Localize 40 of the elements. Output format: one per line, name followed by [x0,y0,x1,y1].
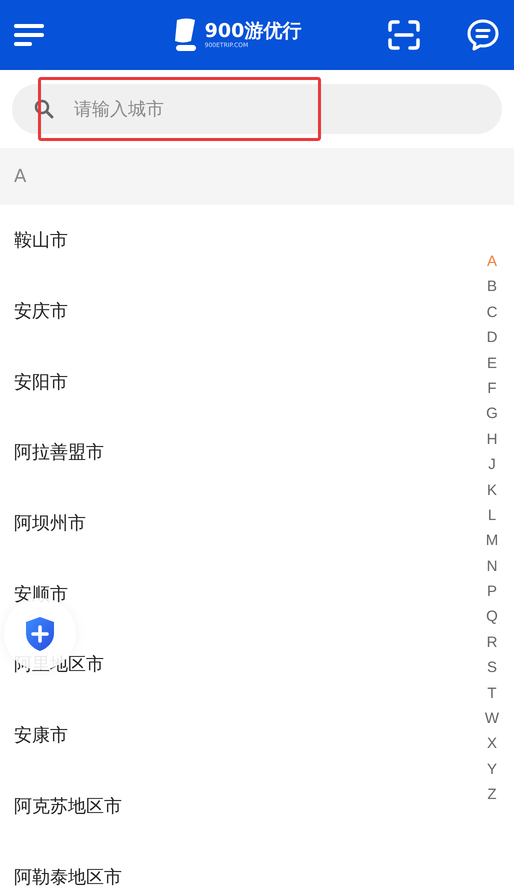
index-letter[interactable]: C [486,300,498,326]
index-letter[interactable]: K [486,478,497,503]
index-letter[interactable]: Z [487,782,497,808]
index-letter[interactable]: P [486,579,497,604]
index-letter[interactable]: L [488,502,496,528]
index-letter[interactable]: Y [486,756,497,782]
index-letter[interactable]: B [486,274,497,300]
city-item[interactable]: 安阳市 [14,370,68,394]
city-item[interactable]: 阿坝州市 [14,511,86,536]
search-field[interactable]: 请输入城市 [12,84,502,134]
index-letter[interactable]: W [484,706,500,732]
logo-icon [172,17,199,53]
shield-plus-icon [24,616,56,652]
city-item[interactable]: 阿勒泰地区市 [14,864,122,889]
section-letter: A [14,166,26,187]
index-letter[interactable]: T [487,680,497,706]
scan-icon[interactable] [388,20,420,50]
chat-icon[interactable] [466,18,500,52]
index-letter[interactable]: Q [486,604,498,630]
index-letter[interactable]: E [486,350,497,376]
city-item[interactable]: 阿克苏地区市 [14,794,122,818]
city-item[interactable]: 阿里地区市 [14,652,104,676]
city-item[interactable]: 鞍山市 [14,228,68,252]
index-letter[interactable]: H [486,426,498,452]
index-letter[interactable]: S [486,655,497,681]
index-letter[interactable]: G [486,401,498,427]
search-icon [34,99,54,119]
city-item[interactable]: 安顺市 [14,582,68,606]
city-item[interactable]: 安庆市 [14,299,68,324]
menu-icon[interactable] [14,24,46,46]
index-letter[interactable]: N [486,554,498,580]
index-letter[interactable]: J [488,452,496,478]
index-letter[interactable]: D [486,325,498,351]
brand-name: 900游优行 [204,20,302,42]
index-letter[interactable]: R [486,630,498,656]
index-letter[interactable]: F [487,376,497,402]
city-item[interactable]: 阿拉善盟市 [14,440,104,464]
index-letter[interactable]: M [486,528,498,554]
index-letter[interactable]: X [486,731,497,757]
city-item[interactable]: 安康市 [14,723,68,748]
